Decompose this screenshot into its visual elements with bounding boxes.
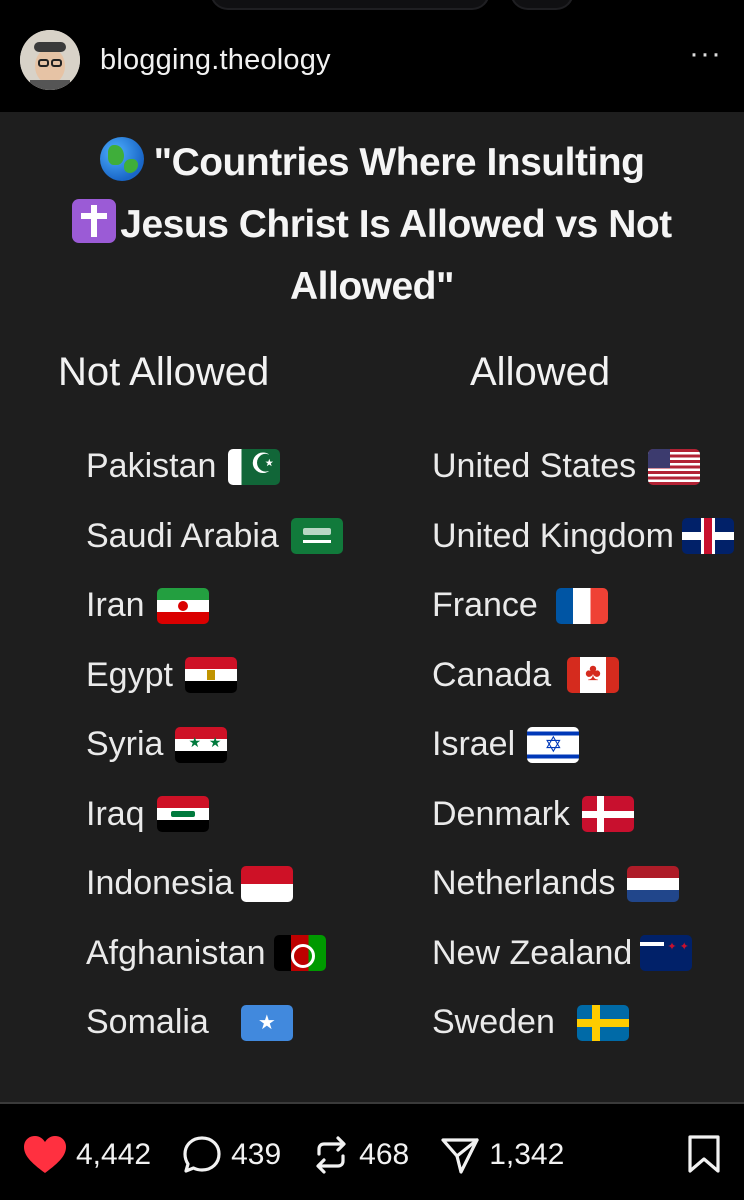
title-line-1: "Countries Where Insulting [153, 141, 645, 184]
country-name: United Kingdom [432, 516, 674, 555]
flag-united-kingdom-icon [681, 518, 734, 555]
status-bar-dot [510, 0, 574, 10]
country-name: New Zealand [432, 933, 633, 972]
flag-somalia-icon [240, 1004, 293, 1041]
list-item: Netherlands [432, 849, 744, 919]
like-button[interactable]: 4,442 [22, 1135, 151, 1175]
list-item: France [432, 571, 744, 641]
repost-button[interactable]: 468 [311, 1134, 409, 1176]
list-item: Egypt [86, 641, 426, 711]
flag-syria-icon [175, 726, 228, 763]
list-item: Indonesia [86, 849, 426, 919]
flag-saudi-arabia-icon [290, 518, 343, 555]
country-name: Pakistan [86, 447, 217, 486]
flag-indonesia-icon [241, 865, 294, 902]
not-allowed-list: Pakistan Saudi Arabia Iran Egypt Syria I… [86, 432, 426, 1058]
flag-netherlands-icon [627, 865, 680, 902]
title-line-2: Jesus Christ Is Allowed vs Not [120, 203, 672, 246]
list-item: Iran [86, 571, 426, 641]
share-count: 1,342 [489, 1138, 565, 1171]
country-name: Denmark [432, 794, 570, 833]
list-item: United States [432, 432, 744, 502]
country-name: Israel [432, 725, 516, 764]
comment-count: 439 [231, 1138, 282, 1171]
repost-icon [316, 1136, 346, 1174]
latin-cross-emoji-icon [72, 199, 117, 243]
not-allowed-header: Not Allowed [58, 350, 270, 394]
allowed-header: Allowed [470, 350, 611, 394]
country-name: Egypt [86, 655, 173, 694]
flag-canada-icon [567, 657, 620, 694]
list-item: United Kingdom [432, 502, 744, 572]
flag-afghanistan-icon [273, 935, 326, 972]
comment-bubble-icon [183, 1136, 221, 1173]
list-item: Israel [432, 710, 744, 780]
flag-israel-icon [527, 726, 580, 763]
country-name: France [432, 586, 538, 625]
list-item: Somalia [86, 988, 426, 1058]
divider [0, 1102, 744, 1104]
country-name: Afghanistan [86, 933, 266, 972]
flag-united-states-icon [648, 448, 701, 485]
country-name: Syria [86, 725, 164, 764]
list-item: Denmark [432, 780, 744, 850]
avatar[interactable] [20, 30, 80, 90]
flag-pakistan-icon [228, 448, 281, 485]
list-item: Pakistan [86, 432, 426, 502]
action-bar: 4,442 439 468 1,342 [22, 1130, 722, 1180]
flag-new-zealand-icon [640, 935, 693, 972]
country-name: Netherlands [432, 864, 616, 903]
repost-count: 468 [359, 1138, 410, 1171]
flag-sweden-icon [576, 1004, 629, 1041]
title-line-3: Allowed" [290, 265, 455, 308]
globe-emoji-icon [99, 137, 144, 181]
bookmark-icon [688, 1135, 720, 1173]
like-count: 4,442 [76, 1138, 152, 1171]
more-options-icon[interactable]: ··· [689, 39, 722, 69]
flag-france-icon [555, 587, 608, 624]
list-item: Syria [86, 710, 426, 780]
heart-icon [24, 1136, 66, 1173]
comment-button[interactable]: 439 [181, 1134, 281, 1176]
post-title: "Countries Where Insulting Jesus Christ … [30, 132, 714, 318]
country-name: Canada [432, 655, 552, 694]
list-item: Canada [432, 641, 744, 711]
flag-iraq-icon [156, 796, 209, 833]
username[interactable]: blogging.theology [100, 44, 331, 77]
avatar-image [20, 30, 80, 90]
list-item: Iraq [86, 780, 426, 850]
flag-iran-icon [156, 587, 209, 624]
list-item: Sweden [432, 988, 744, 1058]
list-item: Saudi Arabia [86, 502, 426, 572]
list-item: New Zealand [432, 919, 744, 989]
country-name: Iran [86, 586, 145, 625]
status-bar-pill [210, 0, 490, 10]
flag-denmark-icon [581, 796, 634, 833]
post-image: "Countries Where Insulting Jesus Christ … [0, 112, 744, 1102]
share-button[interactable]: 1,342 [439, 1134, 564, 1176]
country-name: Saudi Arabia [86, 516, 279, 555]
country-name: United States [432, 447, 637, 486]
country-name: Sweden [432, 1003, 555, 1042]
share-send-icon [441, 1138, 479, 1174]
country-name: Indonesia [86, 864, 234, 903]
flag-egypt-icon [184, 657, 237, 694]
country-name: Iraq [86, 794, 145, 833]
post-header: blogging.theology ··· [0, 30, 744, 94]
list-item: Afghanistan [86, 919, 426, 989]
allowed-list: United States United Kingdom France Cana… [432, 432, 744, 1058]
save-button[interactable] [686, 1134, 722, 1179]
country-name: Somalia [86, 1003, 209, 1042]
